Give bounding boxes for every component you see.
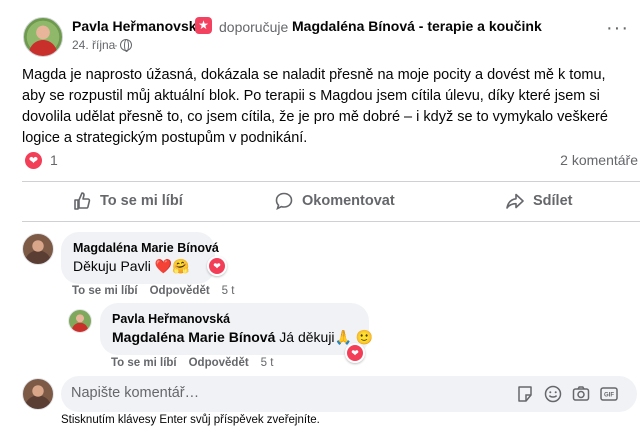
reply-reply-link[interactable]: Odpovědět <box>189 357 249 369</box>
recommended-page-link[interactable]: Magdaléna Bínová - terapie a koučink <box>292 18 542 34</box>
globe-icon <box>120 39 132 52</box>
review-post: Pavla Heřmanovská ★ doporučuje Magdaléna… <box>0 0 644 435</box>
emoji-icon[interactable] <box>543 384 563 404</box>
comment-count[interactable]: 2 komentáře <box>560 152 638 168</box>
comment-icon <box>275 192 293 211</box>
share-button[interactable]: Sdílet <box>505 186 572 216</box>
composer-hint: Stisknutím klávesy Enter svůj příspěvek … <box>61 414 320 426</box>
commenter-avatar[interactable] <box>22 233 54 265</box>
comment-author[interactable]: Magdaléna Marie Bínová <box>73 241 219 255</box>
reply-time[interactable]: 5 t <box>261 357 274 369</box>
comment-reply-link[interactable]: Odpovědět <box>150 285 210 297</box>
divider <box>22 221 640 222</box>
divider <box>22 181 640 182</box>
like-icon <box>74 192 91 210</box>
author-avatar[interactable] <box>23 17 63 57</box>
comment-time[interactable]: 5 t <box>222 285 235 297</box>
post-date[interactable]: 24. října <box>72 38 115 52</box>
comment-like-link[interactable]: To se mi líbí <box>72 285 138 297</box>
reaction-count[interactable]: 1 <box>50 152 58 168</box>
heart-icon[interactable]: ❤ <box>24 151 43 170</box>
like-label: To se mi líbí <box>100 193 183 209</box>
more-icon[interactable]: ··· <box>606 18 630 42</box>
comment-input[interactable] <box>71 385 371 401</box>
comment-bubble: Magdaléna Marie Bínová Děkuju Pavli ❤️🤗 <box>61 232 219 284</box>
star-icon: ★ <box>195 17 212 34</box>
heart-icon[interactable] <box>207 256 227 276</box>
comment-actions: To se mi líbí Odpovědět 5 t <box>72 285 246 297</box>
post-author[interactable]: Pavla Heřmanovská <box>72 18 204 34</box>
comment-composer[interactable]: GIF <box>61 376 637 412</box>
post-body: Magda je naprosto úžasná, dokázala se na… <box>22 67 608 146</box>
share-label: Sdílet <box>533 193 573 209</box>
reply-message: Já děkuji🙏 🙂 <box>275 329 374 345</box>
comment-label: Okomentovat <box>302 193 395 209</box>
recommend-verb: doporučuje <box>219 19 289 35</box>
heart-icon[interactable] <box>345 343 365 363</box>
sticker-icon[interactable] <box>515 384 535 404</box>
reply-like-link[interactable]: To se mi líbí <box>111 357 177 369</box>
share-icon <box>506 193 524 209</box>
gif-icon[interactable]: GIF <box>599 384 619 404</box>
reply-bubble: Pavla Heřmanovská Magdaléna Marie Bínová… <box>100 303 373 355</box>
reply-author[interactable]: Pavla Heřmanovská <box>112 312 230 326</box>
comment-button[interactable]: Okomentovat <box>274 186 395 216</box>
current-user-avatar[interactable] <box>22 378 54 410</box>
comment-text: Děkuju Pavli ❤️🤗 <box>73 258 190 274</box>
reply-avatar[interactable] <box>68 309 92 333</box>
reply-mention[interactable]: Magdaléna Marie Bínová <box>112 329 275 345</box>
camera-icon[interactable] <box>571 384 591 404</box>
svg-text:GIF: GIF <box>604 393 614 399</box>
reply-text: Magdaléna Marie Bínová Já děkuji🙏 🙂 <box>112 329 373 346</box>
like-button[interactable]: To se mi líbí <box>72 186 183 216</box>
reply-actions: To se mi líbí Odpovědět 5 t <box>111 357 285 369</box>
date-separator: · <box>114 38 118 52</box>
